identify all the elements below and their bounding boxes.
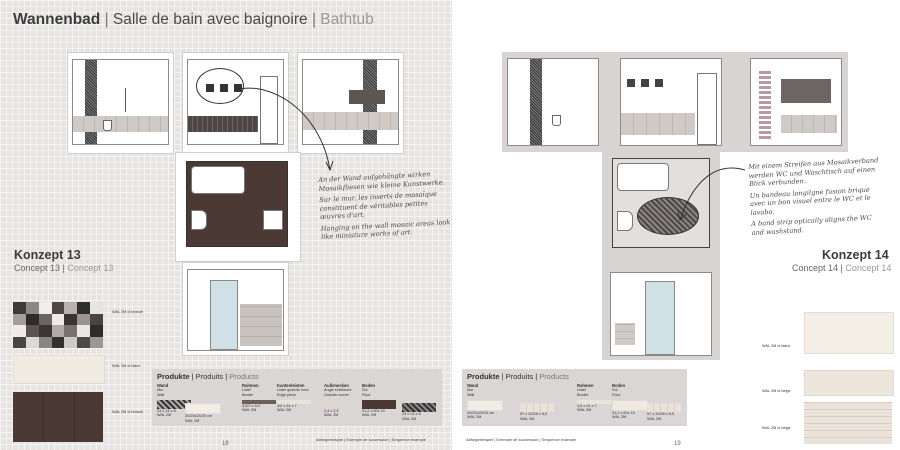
product-column: 57 x 20/28 x 8,5 WAL 2M <box>520 401 568 421</box>
tile-label: WAL 2M ct bronze <box>112 410 143 414</box>
door-drawing <box>210 280 238 350</box>
wall-drawing <box>620 58 722 146</box>
door-drawing <box>645 281 675 355</box>
concept-subheading: Concept 14 | Concept 14 <box>792 263 892 273</box>
wall-drawing <box>72 59 169 145</box>
products-title: Produkte | Produits | Products <box>467 372 569 381</box>
tile-band <box>73 116 168 132</box>
tile-band <box>621 113 695 135</box>
elevation-strip <box>502 52 848 152</box>
footnote: Abfolgebeispiel | Exemple de succession … <box>316 437 426 442</box>
tile-band <box>615 323 635 345</box>
wc-plan-drawing <box>191 210 207 230</box>
right-page: Mit einem Streifen aus Mosaikverband wer… <box>452 0 900 450</box>
door-drawing <box>697 73 717 145</box>
elevation-view-4 <box>182 262 289 356</box>
note-fr: Sur le mur, les inserts de mosaïque cons… <box>319 189 438 222</box>
wall-drawing <box>187 269 284 351</box>
left-page: Wannenbad | Salle de bain avec baignoire… <box>0 0 452 450</box>
vanity-plan-drawing <box>263 210 283 230</box>
handwritten-notes: Mit einem Streifen aus Mosaikverband wer… <box>748 156 887 240</box>
beige-tile-sample <box>804 370 894 396</box>
mosaic-tile-sample <box>13 302 103 348</box>
products-bar: Produkte | Produits | Products Wand Mur Wa… <box>152 369 442 426</box>
note-en: A band strip optically aligns the WC and… <box>751 213 872 237</box>
product-column: Kantenleisten Listel quartde rond Edge pie… <box>277 383 325 413</box>
wall-drawing <box>507 58 599 146</box>
page-title: Wannenbad | Salle de bain avec baignoire… <box>13 11 374 28</box>
wc-plan-drawing <box>617 211 633 231</box>
wall-drawing <box>610 272 712 356</box>
tile-band <box>781 115 837 133</box>
elevation-view-1 <box>67 52 174 154</box>
product-column: 57 x 20/28 x 8,5 WAL 2M <box>647 401 695 421</box>
products-title: Produkte | Produits | Products <box>157 372 259 381</box>
note-fr: Un bandeau longilgne fusion brique avec … <box>749 185 871 217</box>
tile-label: WAL 2M ct beige <box>762 426 791 430</box>
mosaic-panel <box>627 79 635 87</box>
cream-tile-sample <box>13 355 105 384</box>
bathtub-drawing <box>617 163 669 191</box>
note-de: Mit einem Streifen aus Mosaikverband wer… <box>748 156 879 189</box>
tile-label: WAL 2M ct beige <box>762 389 791 393</box>
tile-wall <box>240 304 282 346</box>
handwritten-notes: An der Wand aufgehängte wirken Mosaikfli… <box>318 169 451 245</box>
wc-drawing <box>103 120 112 131</box>
concept-heading: Konzept 13 <box>14 248 81 262</box>
callout-arrow <box>677 167 746 221</box>
brick-tile-sample <box>804 402 892 444</box>
radiator-drawing <box>759 69 771 139</box>
page-number: 19 <box>674 441 681 447</box>
tile-label: WAL 2M ct blanc <box>112 364 141 368</box>
brown-tile-sample <box>13 392 103 442</box>
mosaic-panel <box>655 79 663 87</box>
product-column: 24 x 24 x 8 WAL 2M <box>402 401 450 421</box>
product-column: Wand Mur Wall 20/25x25/25 cm WAL 2M <box>467 383 515 420</box>
product-column: 20/25x25/25 cm WAL 2M <box>185 401 233 423</box>
mosaic-strip <box>530 59 542 145</box>
tile-label: WAL 2M ct blanc <box>762 344 791 348</box>
products-bar: Produkte | Produits | Products Wand Mur Wa… <box>462 369 687 426</box>
tile-label: WAL 2M ct bronzé <box>112 310 143 314</box>
plant-drawing <box>125 88 132 112</box>
cream-tile-sample <box>804 312 894 354</box>
page-number: 18 <box>222 441 229 447</box>
footnote: Abfolgebeispiel | Exemple de succession … <box>466 437 576 442</box>
vanity-drawing <box>349 90 385 104</box>
callout-arrow <box>234 87 334 172</box>
elevation-view-bottom <box>602 268 720 360</box>
wc-drawing <box>552 115 561 126</box>
wall-drawing <box>750 58 842 146</box>
vanity-drawing <box>781 79 831 103</box>
concept-heading: Konzept 14 <box>822 248 889 262</box>
mosaic-panel <box>641 79 649 87</box>
note-en: Hanging on the wall mosaic areas look li… <box>320 217 451 242</box>
concept-subheading: Concept 13 | Concept 13 <box>14 263 114 273</box>
